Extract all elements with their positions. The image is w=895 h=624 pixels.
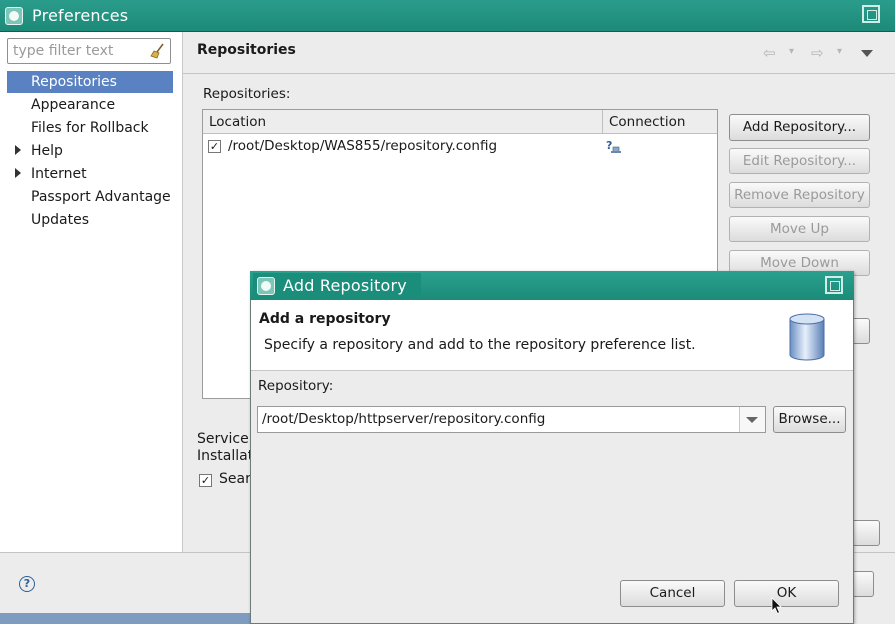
sidebar-item-label: Appearance [31, 97, 116, 113]
sidebar-item-help[interactable]: Help [7, 140, 173, 162]
hidden-apply-button[interactable] [850, 520, 880, 546]
desktop-background [0, 613, 250, 624]
cancel-button[interactable]: Cancel [620, 580, 725, 607]
page-title: Repositories [197, 42, 296, 58]
window-icon [5, 7, 23, 25]
repository-field-label: Repository: [258, 378, 334, 394]
back-arrow-icon[interactable]: ⇦ [763, 44, 776, 62]
repository-database-icon [789, 313, 825, 361]
move-up-button[interactable]: Move Up [729, 216, 870, 242]
dialog-description: Specify a repository and add to the repo… [264, 337, 696, 353]
sidebar-item-label: Files for Rollback [31, 120, 149, 136]
table-row[interactable]: ✓ /root/Desktop/WAS855/repository.config… [203, 135, 717, 157]
ok-button[interactable]: OK [734, 580, 839, 607]
filter-input[interactable]: type filter text [7, 38, 171, 64]
column-header-location[interactable]: Location [203, 110, 603, 134]
divider [183, 73, 895, 74]
sidebar-item-label: Passport Advantage [31, 189, 171, 205]
edit-repository-button[interactable]: Edit Repository... [729, 148, 870, 174]
clear-filter-icon[interactable] [150, 43, 166, 59]
browse-button[interactable]: Browse... [773, 406, 846, 433]
sidebar-item-appearance[interactable]: Appearance [7, 94, 173, 116]
dialog-heading: Add a repository [259, 311, 391, 327]
installation-label: Installat [197, 448, 254, 464]
window-icon [257, 277, 275, 295]
svg-text:?: ? [606, 139, 612, 152]
sidebar-item-passport-advantage[interactable]: Passport Advantage [7, 186, 173, 208]
dialog-title-area: Add Repository [253, 273, 421, 298]
service-label: Service [197, 431, 249, 447]
dialog-title: Add Repository [283, 276, 407, 295]
sidebar-item-updates[interactable]: Updates [7, 209, 173, 231]
window-title: Preferences [32, 6, 129, 25]
expand-arrow-icon[interactable] [15, 145, 21, 155]
sidebar-item-label: Help [31, 143, 63, 159]
search-checkbox[interactable]: ✓ [199, 474, 212, 487]
repository-checkbox[interactable]: ✓ [208, 140, 221, 153]
sidebar-item-files-for-rollback[interactable]: Files for Rollback [7, 117, 173, 139]
forward-dropdown-icon[interactable]: ▾ [837, 46, 842, 57]
forward-arrow-icon[interactable]: ⇨ [811, 44, 824, 62]
column-header-connection[interactable]: Connection [603, 110, 717, 134]
sidebar-item-label: Internet [31, 166, 87, 182]
add-repository-button[interactable]: Add Repository... [729, 114, 870, 141]
sidebar-item-label: Updates [31, 212, 89, 228]
repository-location: /root/Desktop/WAS855/repository.config [228, 138, 498, 154]
sidebar-item-internet[interactable]: Internet [7, 163, 173, 185]
preferences-titlebar[interactable]: Preferences [0, 0, 895, 32]
view-menu-icon[interactable] [861, 50, 873, 57]
maximize-icon[interactable] [825, 276, 843, 294]
search-option-label: Sear [219, 471, 251, 487]
unknown-connection-icon: ? [606, 139, 621, 153]
repository-combobox-value[interactable]: /root/Desktop/httpserver/repository.conf… [262, 411, 545, 427]
sidebar-item-repositories[interactable]: Repositories [7, 71, 173, 93]
chevron-down-icon[interactable] [746, 417, 758, 423]
mouse-cursor-icon [771, 597, 782, 615]
back-dropdown-icon[interactable]: ▾ [789, 46, 794, 57]
sidebar-item-label: Repositories [31, 74, 117, 90]
expand-arrow-icon[interactable] [15, 168, 21, 178]
maximize-icon[interactable] [862, 5, 880, 23]
remove-repository-button[interactable]: Remove Repository [729, 182, 870, 208]
repositories-label: Repositories: [203, 86, 291, 102]
help-icon[interactable]: ? [19, 576, 35, 592]
